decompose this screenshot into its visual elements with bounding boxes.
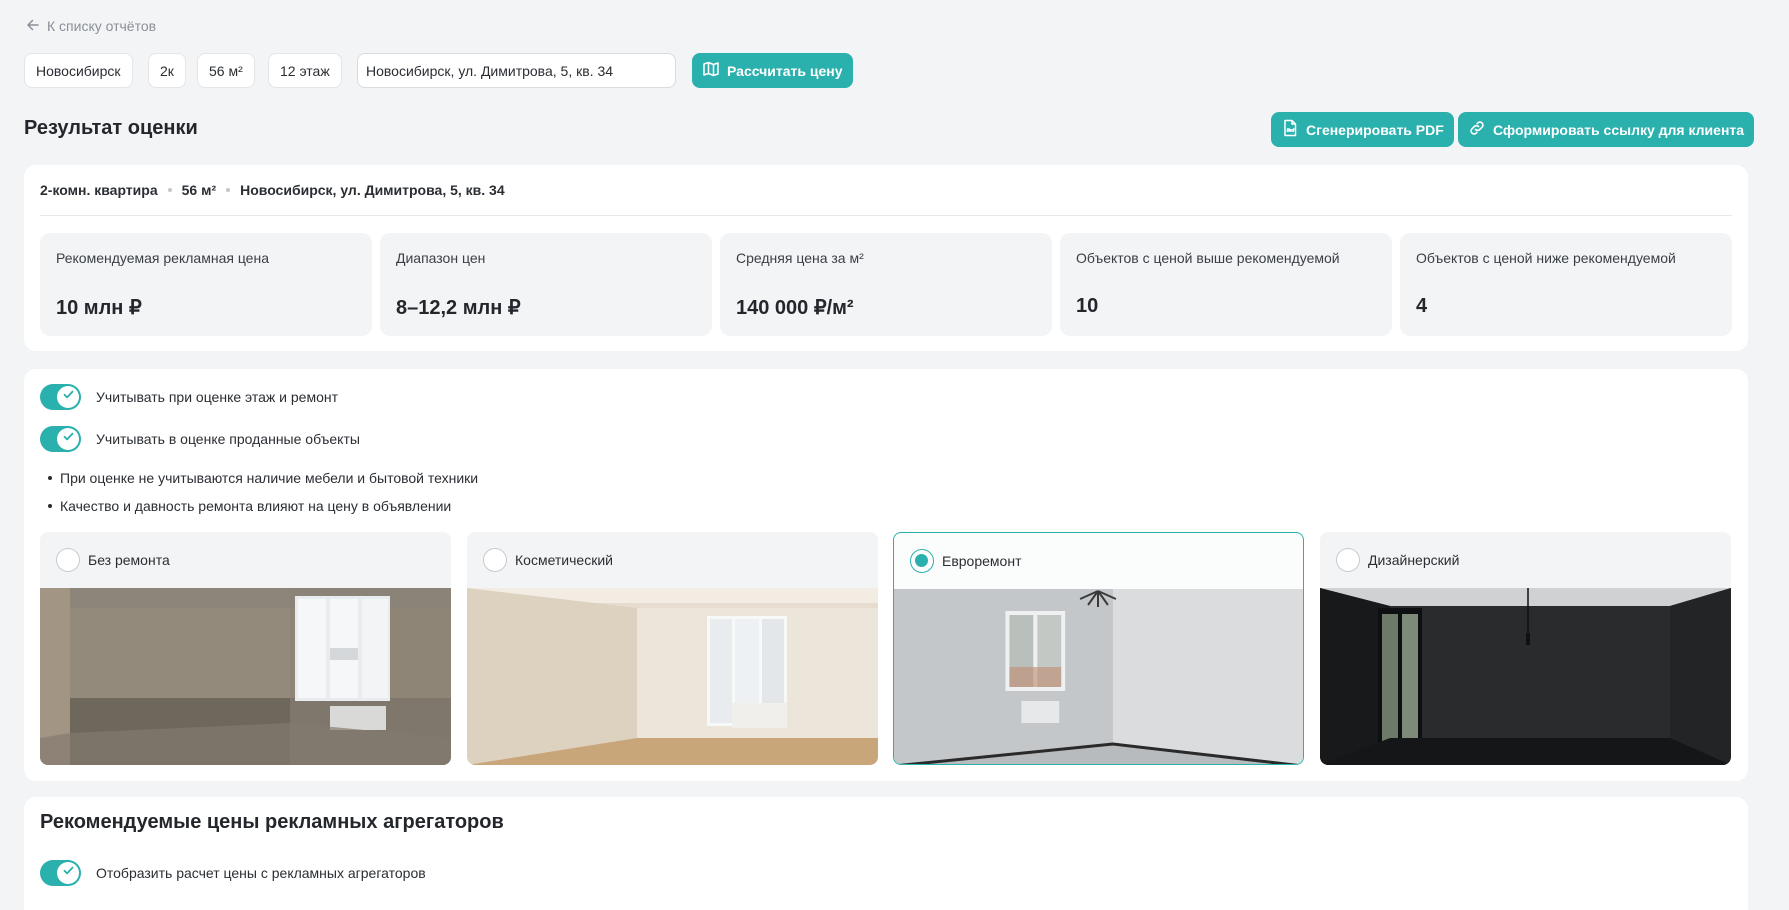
option-header: Без ремонта [40,532,451,588]
room-photo-no-renovation [40,588,451,765]
property-address: Новосибирск, ул. Димитрова, 5, кв. 34 [240,182,505,198]
toggle-aggregators[interactable] [40,860,81,886]
back-link[interactable]: К списку отчётов [25,16,156,36]
stat-objects-above: Объектов с ценой выше рекомендуемой 10 [1060,233,1392,336]
option-label: Без ремонта [88,552,170,568]
rooms-chip[interactable]: 2к [148,53,186,88]
radio-button[interactable] [56,548,80,572]
back-link-label: К списку отчётов [47,18,157,34]
stat-recommended-price: Рекомендуемая рекламная цена 10 млн ₽ [40,233,372,336]
radio-button[interactable] [1336,548,1360,572]
option-label: Евроремонт [942,553,1022,569]
stat-price-range: Диапазон цен 8–12,2 млн ₽ [380,233,712,336]
city-chip[interactable]: Новосибирск [24,53,133,88]
separator-dot [226,188,231,192]
option-label: Косметический [515,552,613,568]
stat-label: Диапазон цен [396,250,486,266]
stat-objects-below: Объектов с ценой ниже рекомендуемой 4 [1400,233,1732,336]
property-summary: 2-комн. квартира 56 м² Новосибирск, ул. … [40,182,505,198]
radio-button-selected[interactable] [910,549,934,573]
renovation-option-cosmetic[interactable]: Косметический [467,532,878,765]
generate-pdf-button[interactable]: Сгенерировать PDF [1271,112,1454,147]
check-icon [62,430,75,448]
stat-label: Объектов с ценой ниже рекомендуемой [1416,250,1676,266]
note-item: Качество и давность ремонта влияют на це… [48,498,451,514]
option-header: Евроремонт [894,533,1303,589]
client-link-label: Сформировать ссылку для клиента [1493,121,1745,138]
note-item: При оценке не учитываются наличие мебели… [48,470,478,486]
address-input[interactable] [357,53,676,88]
property-area: 56 м² [181,182,217,198]
note-text: При оценке не учитываются наличие мебели… [60,470,479,486]
property-type: 2-комн. квартира [40,182,158,198]
stat-value: 4 [1416,295,1428,317]
renovation-option-none[interactable]: Без ремонта [40,532,451,765]
renovation-option-euro[interactable]: Евроремонт [893,532,1304,765]
map-icon [702,60,720,81]
result-title: Результат оценки [24,117,198,139]
toggle-sold-objects[interactable] [40,426,81,452]
calculate-price-button[interactable]: Рассчитать цену [692,53,853,88]
option-header: Косметический [467,532,878,588]
note-text: Качество и давность ремонта влияют на це… [60,498,452,514]
toggle-knob [57,386,79,408]
generate-pdf-label: Сгенерировать PDF [1306,121,1444,138]
floor-chip[interactable]: 12 этаж [268,53,342,88]
toggle-sold-objects-label: Учитывать в оценке проданные объекты [96,431,360,447]
stat-value: 10 [1076,295,1099,317]
stat-value: 10 млн ₽ [56,297,142,319]
calculate-price-label: Рассчитать цену [727,62,843,79]
client-link-button[interactable]: Сформировать ссылку для клиента [1458,112,1755,147]
room-photo-cosmetic [467,588,878,765]
bullet-dot [48,504,52,508]
renovation-option-designer[interactable]: Дизайнерский [1320,532,1731,765]
arrow-left-icon [25,17,41,36]
toggle-knob [57,862,79,884]
toggle-knob [57,428,79,450]
divider [40,215,1732,216]
link-icon [1468,119,1486,140]
area-chip[interactable]: 56 м² [197,53,255,88]
check-icon [62,864,75,882]
aggregators-title: Рекомендуемые цены рекламных агрегаторов [40,811,504,833]
stat-label: Рекомендуемая рекламная цена [56,250,269,266]
toggle-floor-renovation-label: Учитывать при оценке этаж и ремонт [96,389,339,405]
toggle-floor-renovation[interactable] [40,384,81,410]
room-photo-designer [1320,588,1731,765]
stat-value: 140 000 ₽/м² [736,297,854,319]
toggle-aggregators-label: Отобразить расчет цены с рекламных агрег… [96,865,426,881]
stat-value: 8–12,2 млн ₽ [396,297,521,319]
stat-avg-price-per-m2: Средняя цена за м² 140 000 ₽/м² [720,233,1052,336]
stat-label: Объектов с ценой выше рекомендуемой [1076,250,1340,266]
stat-label: Средняя цена за м² [736,250,864,266]
option-header: Дизайнерский [1320,532,1731,588]
pdf-file-icon [1281,119,1299,140]
check-icon [62,388,75,406]
bullet-dot [48,476,52,480]
room-photo-euro [894,589,1303,764]
option-label: Дизайнерский [1368,552,1460,568]
radio-button[interactable] [483,548,507,572]
separator-dot [167,188,172,192]
